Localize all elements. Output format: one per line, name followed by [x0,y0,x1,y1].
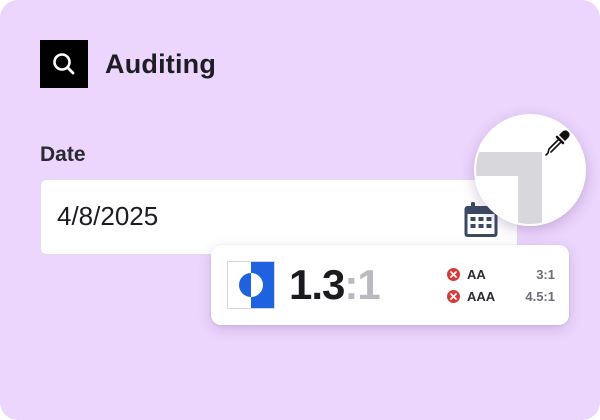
eyedropper-icon[interactable] [542,128,572,158]
page-title: Auditing [105,48,217,79]
check-required-ratio: 4.5:1 [525,289,555,304]
check-required-ratio: 3:1 [536,267,555,282]
auditing-card: Auditing Date 4/8/2025 1.3:1 AA 3:1 AAA … [0,0,600,420]
ratio-suffix: :1 [344,261,380,308]
check-row-aaa: AAA 4.5:1 [447,286,555,307]
fail-icon [447,290,460,303]
ratio-value: 1.3 [289,261,345,308]
fail-icon [447,268,460,281]
check-row-aa: AA 3:1 [447,264,555,285]
wcag-checks: AA 3:1 AAA 4.5:1 [447,264,555,308]
date-value: 4/8/2025 [57,201,159,231]
date-label: Date [40,143,86,166]
header: Auditing [40,40,216,88]
color-picker-magnifier[interactable] [474,114,586,226]
color-swatch[interactable] [227,261,275,309]
search-icon [40,40,88,88]
check-level: AAA [467,289,496,304]
check-level: AA [467,267,486,282]
date-input[interactable]: 4/8/2025 [40,179,518,255]
contrast-ratio: 1.3:1 [289,261,381,309]
contrast-checker-card: 1.3:1 AA 3:1 AAA 4.5:1 [211,245,569,325]
